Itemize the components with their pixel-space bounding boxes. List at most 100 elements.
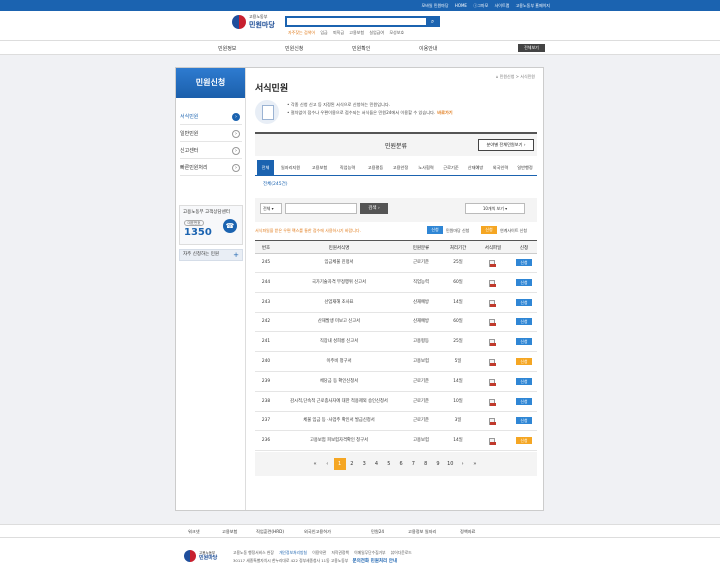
form-file-icon[interactable]	[489, 260, 496, 267]
form-file-icon[interactable]	[489, 359, 496, 366]
table-row[interactable]: 237 체불 임금 등 ·사업주 확인서 발급신청서 근로기준 3일 신청	[255, 412, 537, 432]
footer-menu-item[interactable]: 저작권정책	[331, 550, 348, 555]
apply-button[interactable]: 신청	[516, 377, 532, 385]
page-number[interactable]: 3	[358, 458, 370, 470]
tab-general-admin[interactable]: 일반행정	[513, 160, 537, 176]
sidebar-item-form-civil[interactable]: 서식민원 ›	[180, 110, 242, 125]
table-row[interactable]: 241 직장내 성희롱 신고서 고용평등 25일 신청	[255, 333, 537, 353]
tab-job-support[interactable]: 일자리지원	[277, 160, 304, 176]
sidebar-item-quick[interactable]: 빠른민원처리 ›	[180, 161, 242, 176]
tab-equality[interactable]: 고용평등	[363, 160, 388, 176]
footer-menu-item[interactable]: 개인정보처리방침	[279, 550, 307, 555]
frequent-civil-button[interactable]: 자주 신청하는 민원 +	[179, 249, 243, 261]
search-button[interactable]: ⌕	[426, 17, 439, 26]
cell-name[interactable]: 임금체불 진정서	[277, 254, 401, 272]
table-row[interactable]: 236 고용보험 피보험자격확인 청구서 고용보험 14일 신청	[255, 432, 537, 452]
apply-button[interactable]: 신청	[516, 358, 532, 365]
page-number[interactable]: 7	[407, 458, 419, 470]
subtab-all-count[interactable]: 전체(245건)	[263, 181, 288, 187]
tab-employment-insurance[interactable]: 고용보험	[307, 160, 332, 176]
home-icon[interactable]: ⌂	[496, 74, 499, 79]
site-logo[interactable]: 고용노동부 민원마당	[232, 14, 275, 30]
tab-vocational[interactable]: 직업능력	[335, 160, 360, 176]
apply-button[interactable]: 신청	[516, 397, 532, 405]
page-number[interactable]: 1	[333, 458, 346, 470]
footer-link[interactable]: 민원24	[371, 529, 384, 535]
table-row[interactable]: 242 산재발생 미보고 신고서 산재예방 60일 신청	[255, 313, 537, 333]
page-number[interactable]: 6	[395, 458, 407, 470]
page-size-select[interactable]: 10개씩 보기 ▾	[465, 203, 525, 214]
full-menu-button[interactable]: 전체보기	[518, 44, 545, 52]
tab-labor-relations[interactable]: 노사협력	[413, 160, 439, 176]
form-file-icon[interactable]	[489, 279, 496, 287]
page-number[interactable]: 5	[383, 458, 395, 470]
table-row[interactable]: 238 감시적,단속적 근로종사자에 대한 적용제외 승인신청서 근로기준 10일 신청	[255, 393, 537, 412]
filter-select[interactable]: 전체 ▾	[260, 203, 282, 214]
nav-item-apply[interactable]: 민원신청	[285, 45, 303, 52]
nav-item-info[interactable]: 민원정보	[218, 45, 236, 52]
search-input[interactable]: ⌕	[285, 16, 440, 27]
nav-item-check[interactable]: 민원확인	[352, 45, 370, 52]
page-nav-button[interactable]: ›	[457, 458, 469, 470]
tab-foreign-workers[interactable]: 외국인력	[488, 160, 513, 176]
keyword-link[interactable]: 실업급여	[369, 30, 384, 35]
cell-name[interactable]: 직장내 성희롱 신고서	[277, 333, 401, 351]
cell-name[interactable]: 이주비 청구서	[277, 353, 401, 371]
form-file-icon[interactable]	[489, 319, 496, 327]
table-row[interactable]: 244 국가기술자격 부정행위 신고서 직업능력 60일 신청	[255, 274, 537, 293]
page-nav-button[interactable]: »	[469, 458, 481, 470]
cell-name[interactable]: 고용보험 피보험자격확인 청구서	[277, 432, 401, 450]
cell-name[interactable]: 산업재해 조사표	[277, 294, 401, 312]
footer-menu-item[interactable]: 이용약관	[312, 550, 326, 555]
keyword-link[interactable]: 모성보호	[389, 30, 404, 35]
apply-button[interactable]: 신청	[516, 298, 532, 306]
table-row[interactable]: 240 이주비 청구서 고용보험 5일 신청	[255, 353, 537, 372]
utility-link-etc[interactable]: ⓘ그마모	[473, 3, 488, 8]
tab-safety[interactable]: 산재예방	[463, 160, 488, 176]
sidebar-item-report[interactable]: 신고센터 ›	[180, 144, 242, 159]
apply-button[interactable]: 신청	[516, 259, 532, 266]
form-file-icon[interactable]	[489, 378, 496, 386]
apply-button[interactable]: 신청	[516, 278, 532, 286]
page-nav-button[interactable]: «	[309, 458, 321, 470]
page-number[interactable]: 10	[444, 458, 456, 470]
apply-button[interactable]: 신청	[516, 318, 532, 326]
footer-menu-item[interactable]: 이메일무단수집거부	[354, 550, 385, 555]
utility-link-sitemap[interactable]: 사이트맵	[495, 3, 510, 8]
footer-link[interactable]: 워크넷	[188, 529, 200, 535]
form-file-icon[interactable]	[489, 438, 496, 446]
footer-menu-item[interactable]: 뷰어다운로드	[391, 550, 412, 555]
table-row[interactable]: 245 임금체불 진정서 근로기준 25일 신청	[255, 254, 537, 273]
form-file-icon[interactable]	[489, 299, 496, 307]
cell-name[interactable]: 국가기술자격 부정행위 신고서	[277, 274, 401, 292]
page-number[interactable]: 8	[420, 458, 432, 470]
table-row[interactable]: 243 산업재해 조사표 산재예방 14일 신청	[255, 294, 537, 313]
filter-search-input[interactable]	[285, 203, 357, 214]
footer-link[interactable]: 고용보험	[222, 529, 237, 535]
tab-labor-standards[interactable]: 근로기준	[439, 160, 463, 176]
footer-link[interactable]: 정책자료	[460, 529, 475, 535]
keyword-link[interactable]: 임금	[320, 30, 327, 35]
nav-item-guide[interactable]: 이용안내	[419, 45, 437, 52]
apply-button[interactable]: 신청	[516, 417, 532, 425]
tab-all[interactable]: 전체	[257, 160, 274, 176]
form-file-icon[interactable]	[489, 398, 496, 406]
sidebar-item-general[interactable]: 일반민원 ›	[180, 127, 242, 142]
form-file-icon[interactable]	[489, 339, 496, 347]
footer-phone[interactable]: 문의전화 민원처리 안내	[352, 559, 397, 564]
utility-link-home[interactable]: HOME	[455, 3, 467, 8]
cell-name[interactable]: 감시적,단속적 근로종사자에 대한 적용제외 승인신청서	[277, 393, 401, 411]
page-nav-button[interactable]: ‹	[321, 458, 333, 470]
page-number[interactable]: 4	[371, 458, 383, 470]
utility-link-moel[interactable]: 고용노동부 홈페이지	[516, 3, 550, 8]
footer-link[interactable]: 직업훈련(HRD)	[256, 529, 284, 535]
tab-stability[interactable]: 고용안정	[388, 160, 413, 176]
cell-name[interactable]: 체당금 등 확인신청서	[277, 373, 401, 391]
page-number[interactable]: 2	[346, 458, 358, 470]
footer-menu-item[interactable]: 고용노동 행정서비스 헌장	[233, 550, 274, 555]
keyword-link[interactable]: 퇴직금	[333, 30, 344, 35]
footer-link[interactable]: 외국인고용허가	[304, 529, 331, 535]
go-link[interactable]: 바로가기	[437, 110, 452, 115]
apply-button[interactable]: 신청	[516, 338, 532, 346]
keyword-link[interactable]: 고용보험	[349, 30, 364, 35]
